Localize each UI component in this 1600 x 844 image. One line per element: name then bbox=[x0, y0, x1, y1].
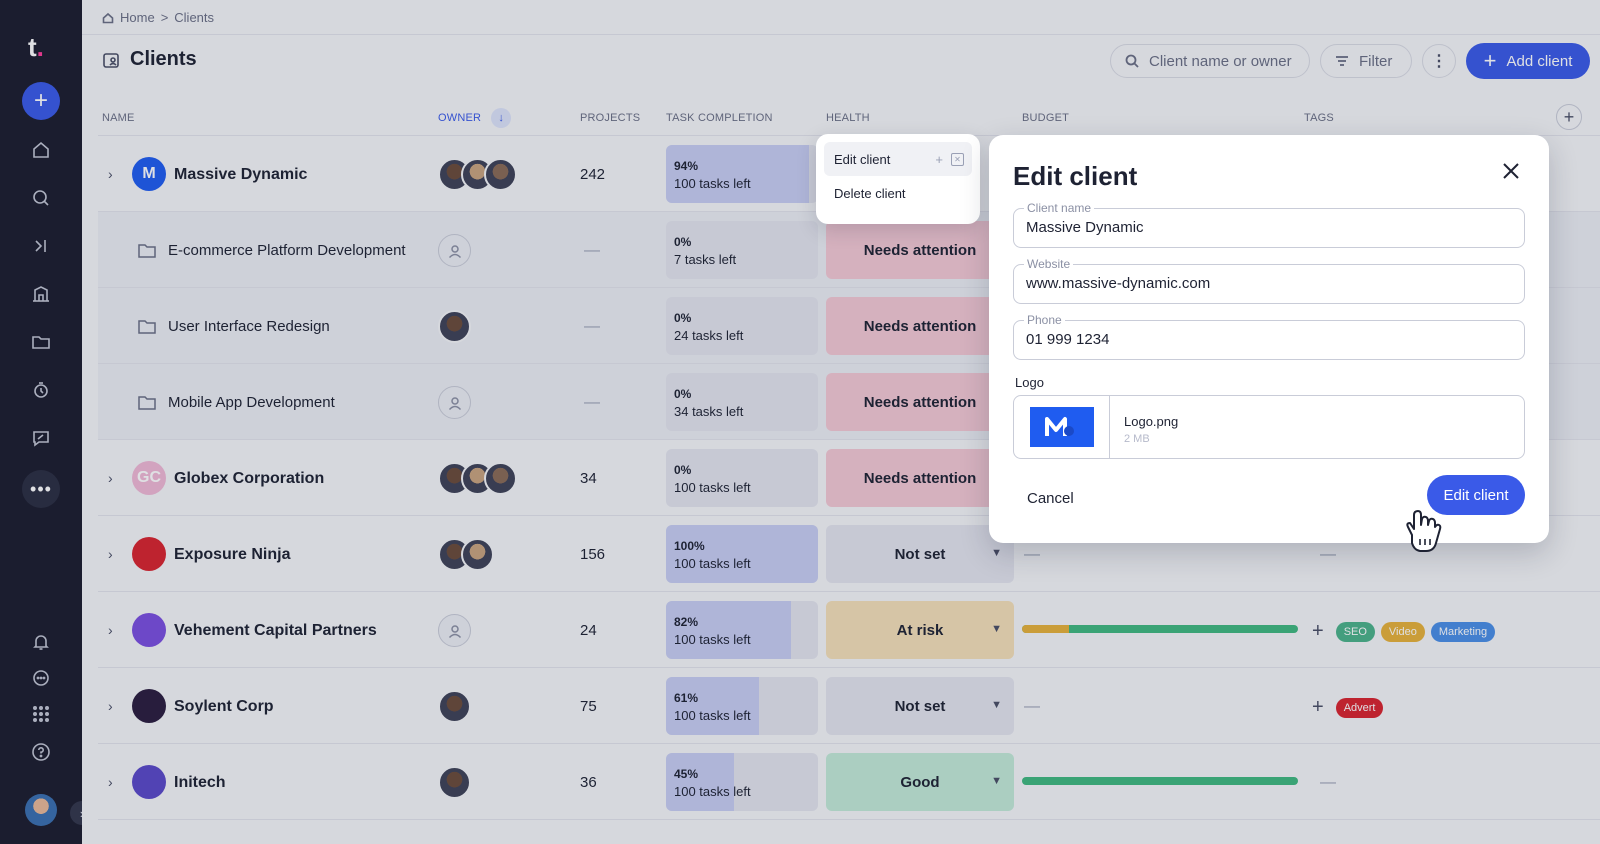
cancel-button[interactable]: Cancel bbox=[1027, 490, 1074, 507]
plus-icon: + bbox=[935, 152, 943, 167]
website-field[interactable]: Website bbox=[1013, 257, 1525, 304]
shortcut-icon: ✕ bbox=[951, 153, 964, 166]
logo-file-size: 2 MB bbox=[1124, 433, 1150, 445]
hand-cursor-icon bbox=[1406, 510, 1442, 552]
row-context-menu: Edit client + ✕ Delete client bbox=[816, 134, 980, 224]
logo-label: Logo bbox=[1015, 375, 1044, 390]
logo-upload[interactable]: Logo.png 2 MB bbox=[1013, 395, 1525, 459]
edit-client-modal: Edit client Client name Website Phone Lo… bbox=[989, 135, 1549, 543]
menu-edit-client[interactable]: Edit client + ✕ bbox=[824, 142, 972, 176]
website-input[interactable] bbox=[1026, 275, 1506, 292]
logo-file-name: Logo.png bbox=[1124, 414, 1179, 429]
massive-dynamic-logo-icon bbox=[1044, 417, 1074, 436]
menu-delete-client[interactable]: Delete client bbox=[824, 176, 972, 210]
phone-input[interactable] bbox=[1026, 331, 1506, 348]
client-name-field[interactable]: Client name bbox=[1013, 201, 1525, 248]
phone-field[interactable]: Phone bbox=[1013, 313, 1525, 360]
modal-title: Edit client bbox=[1013, 161, 1138, 191]
client-name-input[interactable] bbox=[1026, 219, 1506, 236]
close-icon[interactable] bbox=[1497, 157, 1525, 185]
logo-preview bbox=[1014, 396, 1110, 458]
